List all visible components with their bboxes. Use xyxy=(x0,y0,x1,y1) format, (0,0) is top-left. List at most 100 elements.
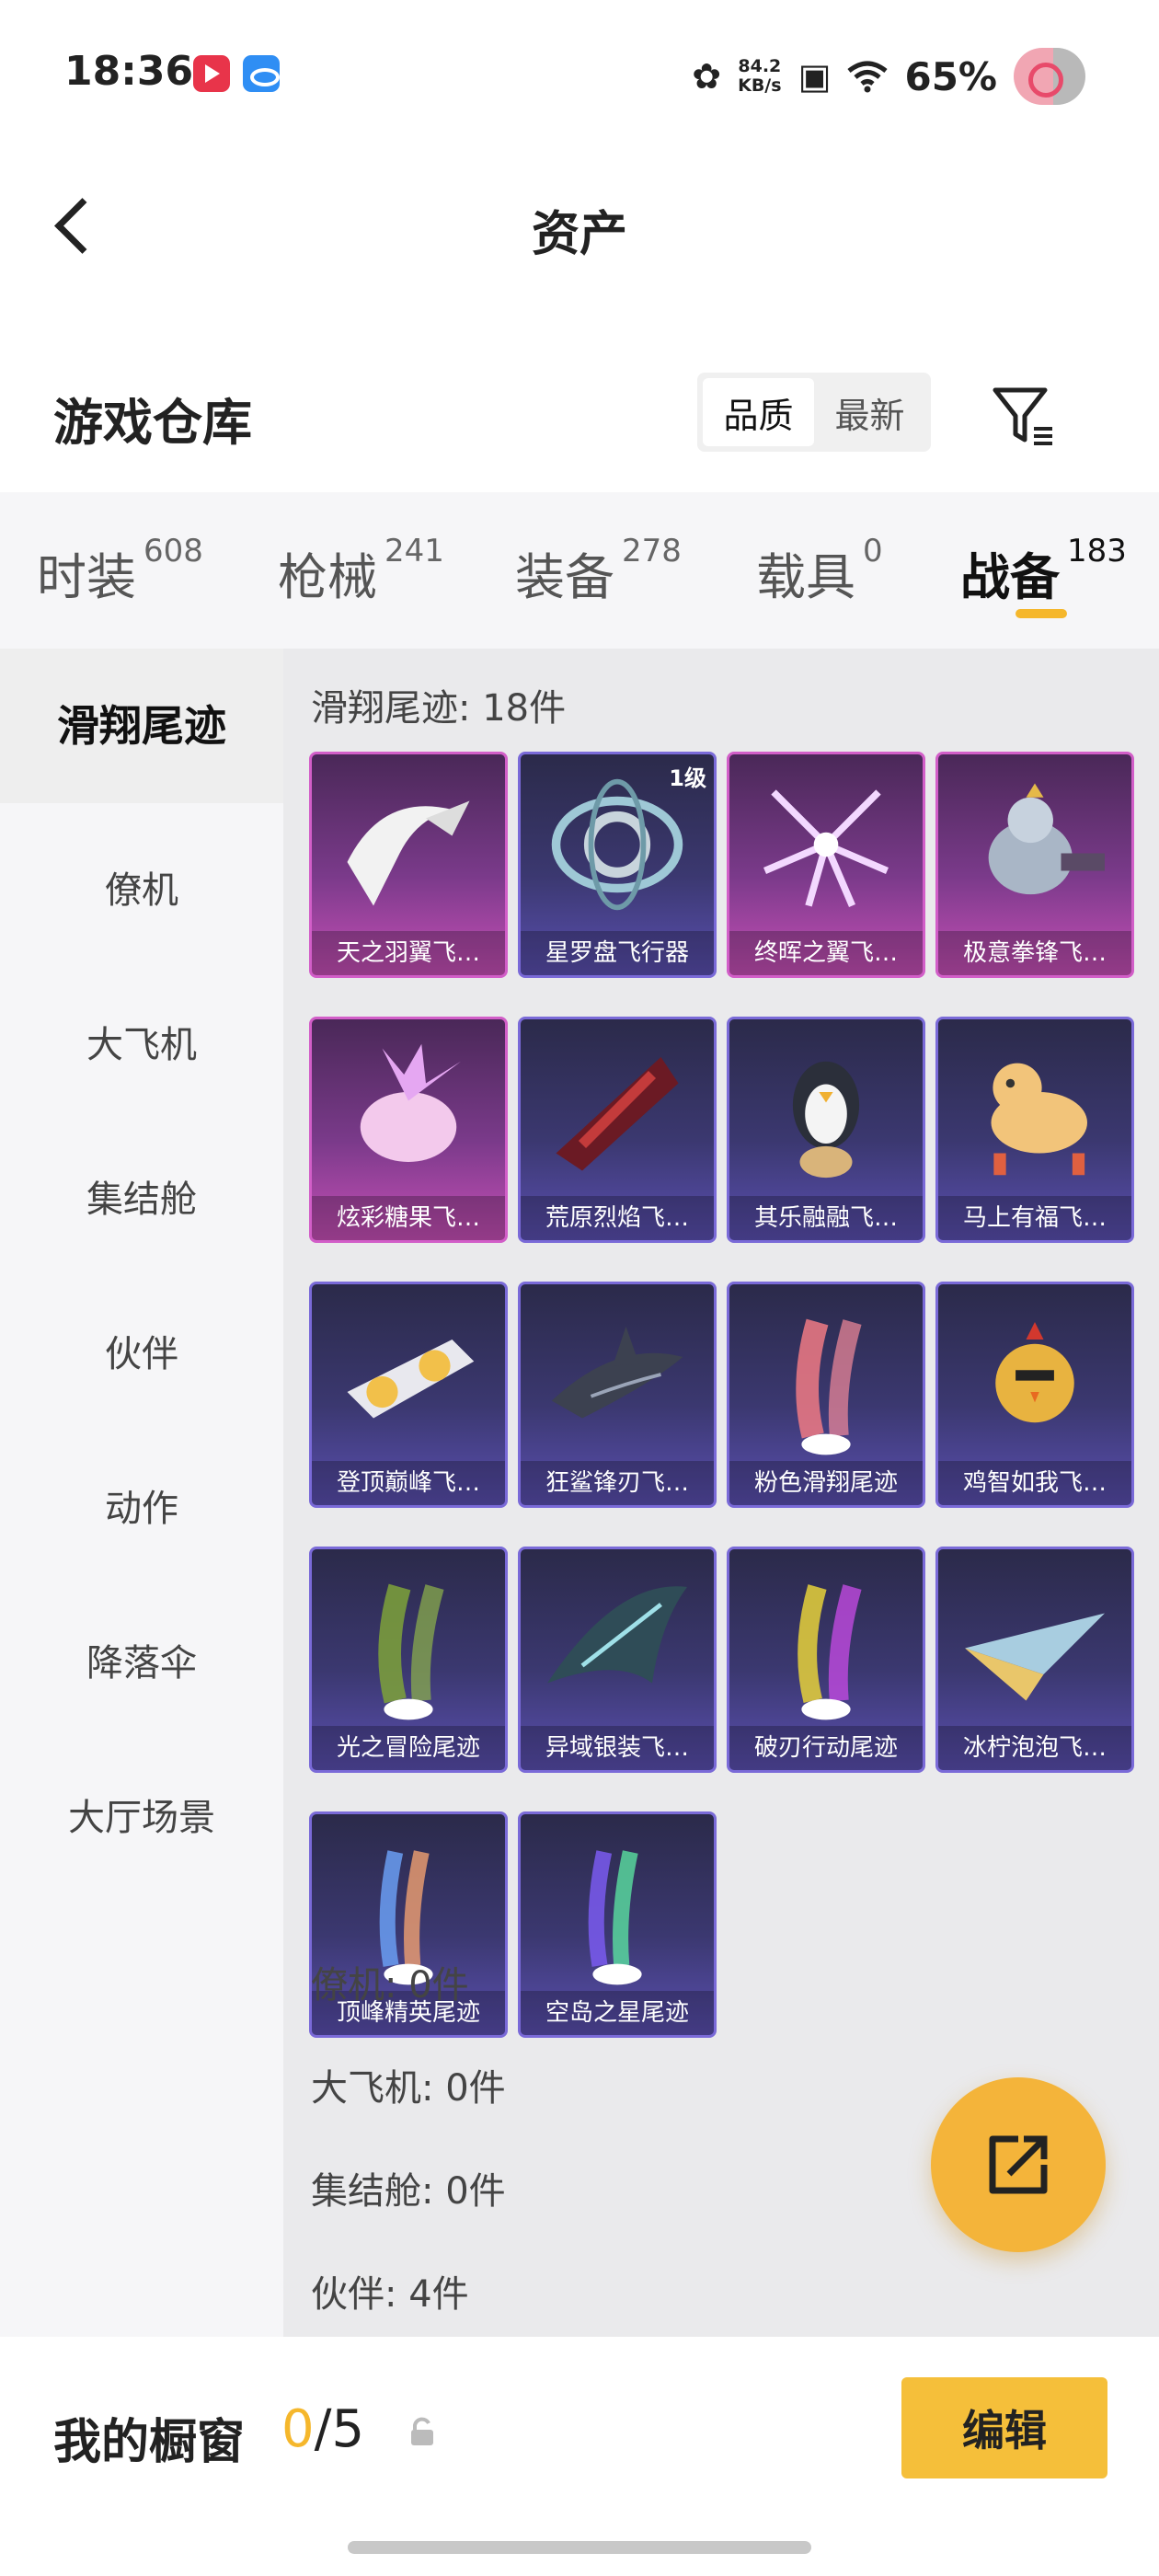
penguin-icon xyxy=(729,1019,923,1200)
sort-by-quality[interactable]: 品质 xyxy=(703,378,814,446)
item-card[interactable]: 天之羽翼飞… xyxy=(309,752,508,978)
edit-button[interactable]: 编辑 xyxy=(901,2377,1107,2478)
status-indicators: ✿ 84.2 KB/s ▣ 65% xyxy=(692,48,1085,105)
trail-pink-icon xyxy=(729,1284,923,1465)
item-card[interactable]: 终晖之翼飞… xyxy=(727,752,925,978)
item-name: 破刃行动尾迹 xyxy=(729,1726,923,1770)
sidebar-item-wingman[interactable]: 僚机 xyxy=(0,860,283,914)
battery-level: 65% xyxy=(904,53,997,99)
filter-icon[interactable] xyxy=(990,383,1056,449)
active-tab-indicator xyxy=(1016,609,1067,618)
category-tabs: 时装 608 枪械 241 装备 278 载具 0 战备 183 xyxy=(0,492,1159,649)
sort-by-newest[interactable]: 最新 xyxy=(814,378,925,446)
sidebar-item-parachute[interactable]: 降落伞 xyxy=(0,1633,283,1686)
wifi-icon xyxy=(847,61,889,93)
tab-combat-gear[interactable]: 战备 183 xyxy=(960,533,1127,609)
sidebar-item-big-plane[interactable]: 大飞机 xyxy=(0,1015,283,1068)
item-card[interactable]: 其乐融融飞… xyxy=(727,1017,925,1243)
sidebar-item-lobby-scene[interactable]: 大厅场景 xyxy=(0,1788,283,1841)
item-card[interactable]: 1级 星罗盘飞行器 xyxy=(518,752,717,978)
lock-icon xyxy=(411,2417,433,2445)
white-wing-icon xyxy=(312,754,505,935)
section-title-assembly-pod: 集结舱: 0件 xyxy=(311,2170,506,2213)
item-name: 荒原烈焰飞… xyxy=(521,1196,714,1240)
tab-label: 战备 xyxy=(960,548,1060,606)
item-name: 登顶巅峰飞… xyxy=(312,1461,505,1505)
item-name: 其乐融融飞… xyxy=(729,1196,923,1240)
warehouse-title: 游戏仓库 xyxy=(53,394,252,452)
tab-label: 装备 xyxy=(515,548,614,606)
network-speed-unit: KB/s xyxy=(738,75,782,96)
item-card[interactable]: 荒原烈焰飞… xyxy=(518,1017,717,1243)
home-indicator[interactable] xyxy=(348,2541,811,2554)
status-time: 18:36 xyxy=(64,48,194,95)
tab-vehicles[interactable]: 载具 0 xyxy=(756,533,883,609)
boxer-robot-icon xyxy=(938,754,1131,935)
trail-star-icon xyxy=(521,1814,714,1995)
item-name: 极意拳锋飞… xyxy=(938,931,1131,975)
level-tag: 1级 xyxy=(669,765,706,791)
item-card[interactable]: 炫彩糖果飞… xyxy=(309,1017,508,1243)
no-sim-icon: ▣ xyxy=(798,56,832,97)
sidebar-item-emote[interactable]: 动作 xyxy=(0,1478,283,1532)
browser-app-icon xyxy=(243,55,280,92)
jet-wing-icon xyxy=(312,1284,505,1465)
tab-label: 时装 xyxy=(37,548,136,606)
tab-fashion[interactable]: 时装 608 xyxy=(37,533,203,609)
candy-icon xyxy=(312,1019,505,1200)
status-bar: 18:36 ✿ 84.2 KB/s ▣ 65% xyxy=(0,0,1159,147)
sidebar-item-glide-trail[interactable]: 滑翔尾迹 xyxy=(0,649,283,803)
item-card[interactable]: 极意拳锋飞… xyxy=(935,752,1134,978)
item-name: 异域银装飞… xyxy=(521,1726,714,1770)
shark-icon xyxy=(521,1284,714,1465)
sidebar-item-companion[interactable]: 伙伴 xyxy=(0,1324,283,1377)
item-card[interactable]: 空岛之星尾迹 xyxy=(518,1811,717,2038)
item-name: 炫彩糖果飞… xyxy=(312,1196,505,1240)
sort-toggle: 品质 最新 xyxy=(697,373,931,452)
item-card[interactable]: 狂鲨锋刃飞… xyxy=(518,1282,717,1508)
video-app-icon xyxy=(193,55,230,92)
item-name: 冰柠泡泡飞… xyxy=(938,1726,1131,1770)
tab-count: 0 xyxy=(863,533,883,569)
network-speed-value: 84.2 xyxy=(738,56,782,76)
sidebar: 滑翔尾迹 僚机 大飞机 集结舱 伙伴 动作 降落伞 大厅场景 xyxy=(0,649,283,2337)
share-button[interactable] xyxy=(931,2077,1106,2252)
item-card[interactable]: 光之冒险尾迹 xyxy=(309,1547,508,1773)
star-wing-icon xyxy=(729,754,923,935)
section-title-big-plane: 大飞机: 0件 xyxy=(311,2067,506,2110)
showcase-current: 0 xyxy=(281,2399,315,2459)
showcase-label: 我的橱窗 xyxy=(53,2415,246,2470)
item-card[interactable]: 异域银装飞… xyxy=(518,1547,717,1773)
user-avatar[interactable] xyxy=(1014,48,1085,105)
section-title-wingman: 僚机: 0件 xyxy=(311,1964,469,2007)
tab-count: 183 xyxy=(1067,533,1127,569)
item-card[interactable]: 冰柠泡泡飞… xyxy=(935,1547,1134,1773)
item-name: 狂鲨锋刃飞… xyxy=(521,1461,714,1505)
item-name: 空岛之星尾迹 xyxy=(521,1991,714,2035)
tab-equipment[interactable]: 装备 278 xyxy=(515,533,682,609)
tab-count: 278 xyxy=(622,533,682,569)
flame-glider-icon xyxy=(521,1019,714,1200)
item-name: 鸡智如我飞… xyxy=(938,1461,1131,1505)
item-card[interactable]: 粉色滑翔尾迹 xyxy=(727,1282,925,1508)
item-name: 马上有福飞… xyxy=(938,1196,1131,1240)
tab-firearms[interactable]: 枪械 241 xyxy=(278,533,444,609)
chicken-icon xyxy=(938,1284,1131,1465)
trail-green-icon xyxy=(312,1549,505,1730)
sidebar-item-assembly-pod[interactable]: 集结舱 xyxy=(0,1169,283,1223)
item-card[interactable]: 鸡智如我飞… xyxy=(935,1282,1134,1508)
showcase-total: /5 xyxy=(314,2399,365,2459)
horse-icon xyxy=(938,1019,1131,1200)
item-name: 光之冒险尾迹 xyxy=(312,1726,505,1770)
item-name: 天之羽翼飞… xyxy=(312,931,505,975)
item-card[interactable]: 破刃行动尾迹 xyxy=(727,1547,925,1773)
network-speed: 84.2 KB/s xyxy=(738,57,781,96)
item-name: 终晖之翼飞… xyxy=(729,931,923,975)
tab-label: 枪械 xyxy=(278,548,377,606)
flower-notification-icon: ✿ xyxy=(692,56,722,97)
page-title: 资产 xyxy=(531,207,627,262)
item-card[interactable]: 马上有福飞… xyxy=(935,1017,1134,1243)
tab-count: 241 xyxy=(384,533,444,569)
item-card[interactable]: 登顶巅峰飞… xyxy=(309,1282,508,1508)
item-name: 粉色滑翔尾迹 xyxy=(729,1461,923,1505)
